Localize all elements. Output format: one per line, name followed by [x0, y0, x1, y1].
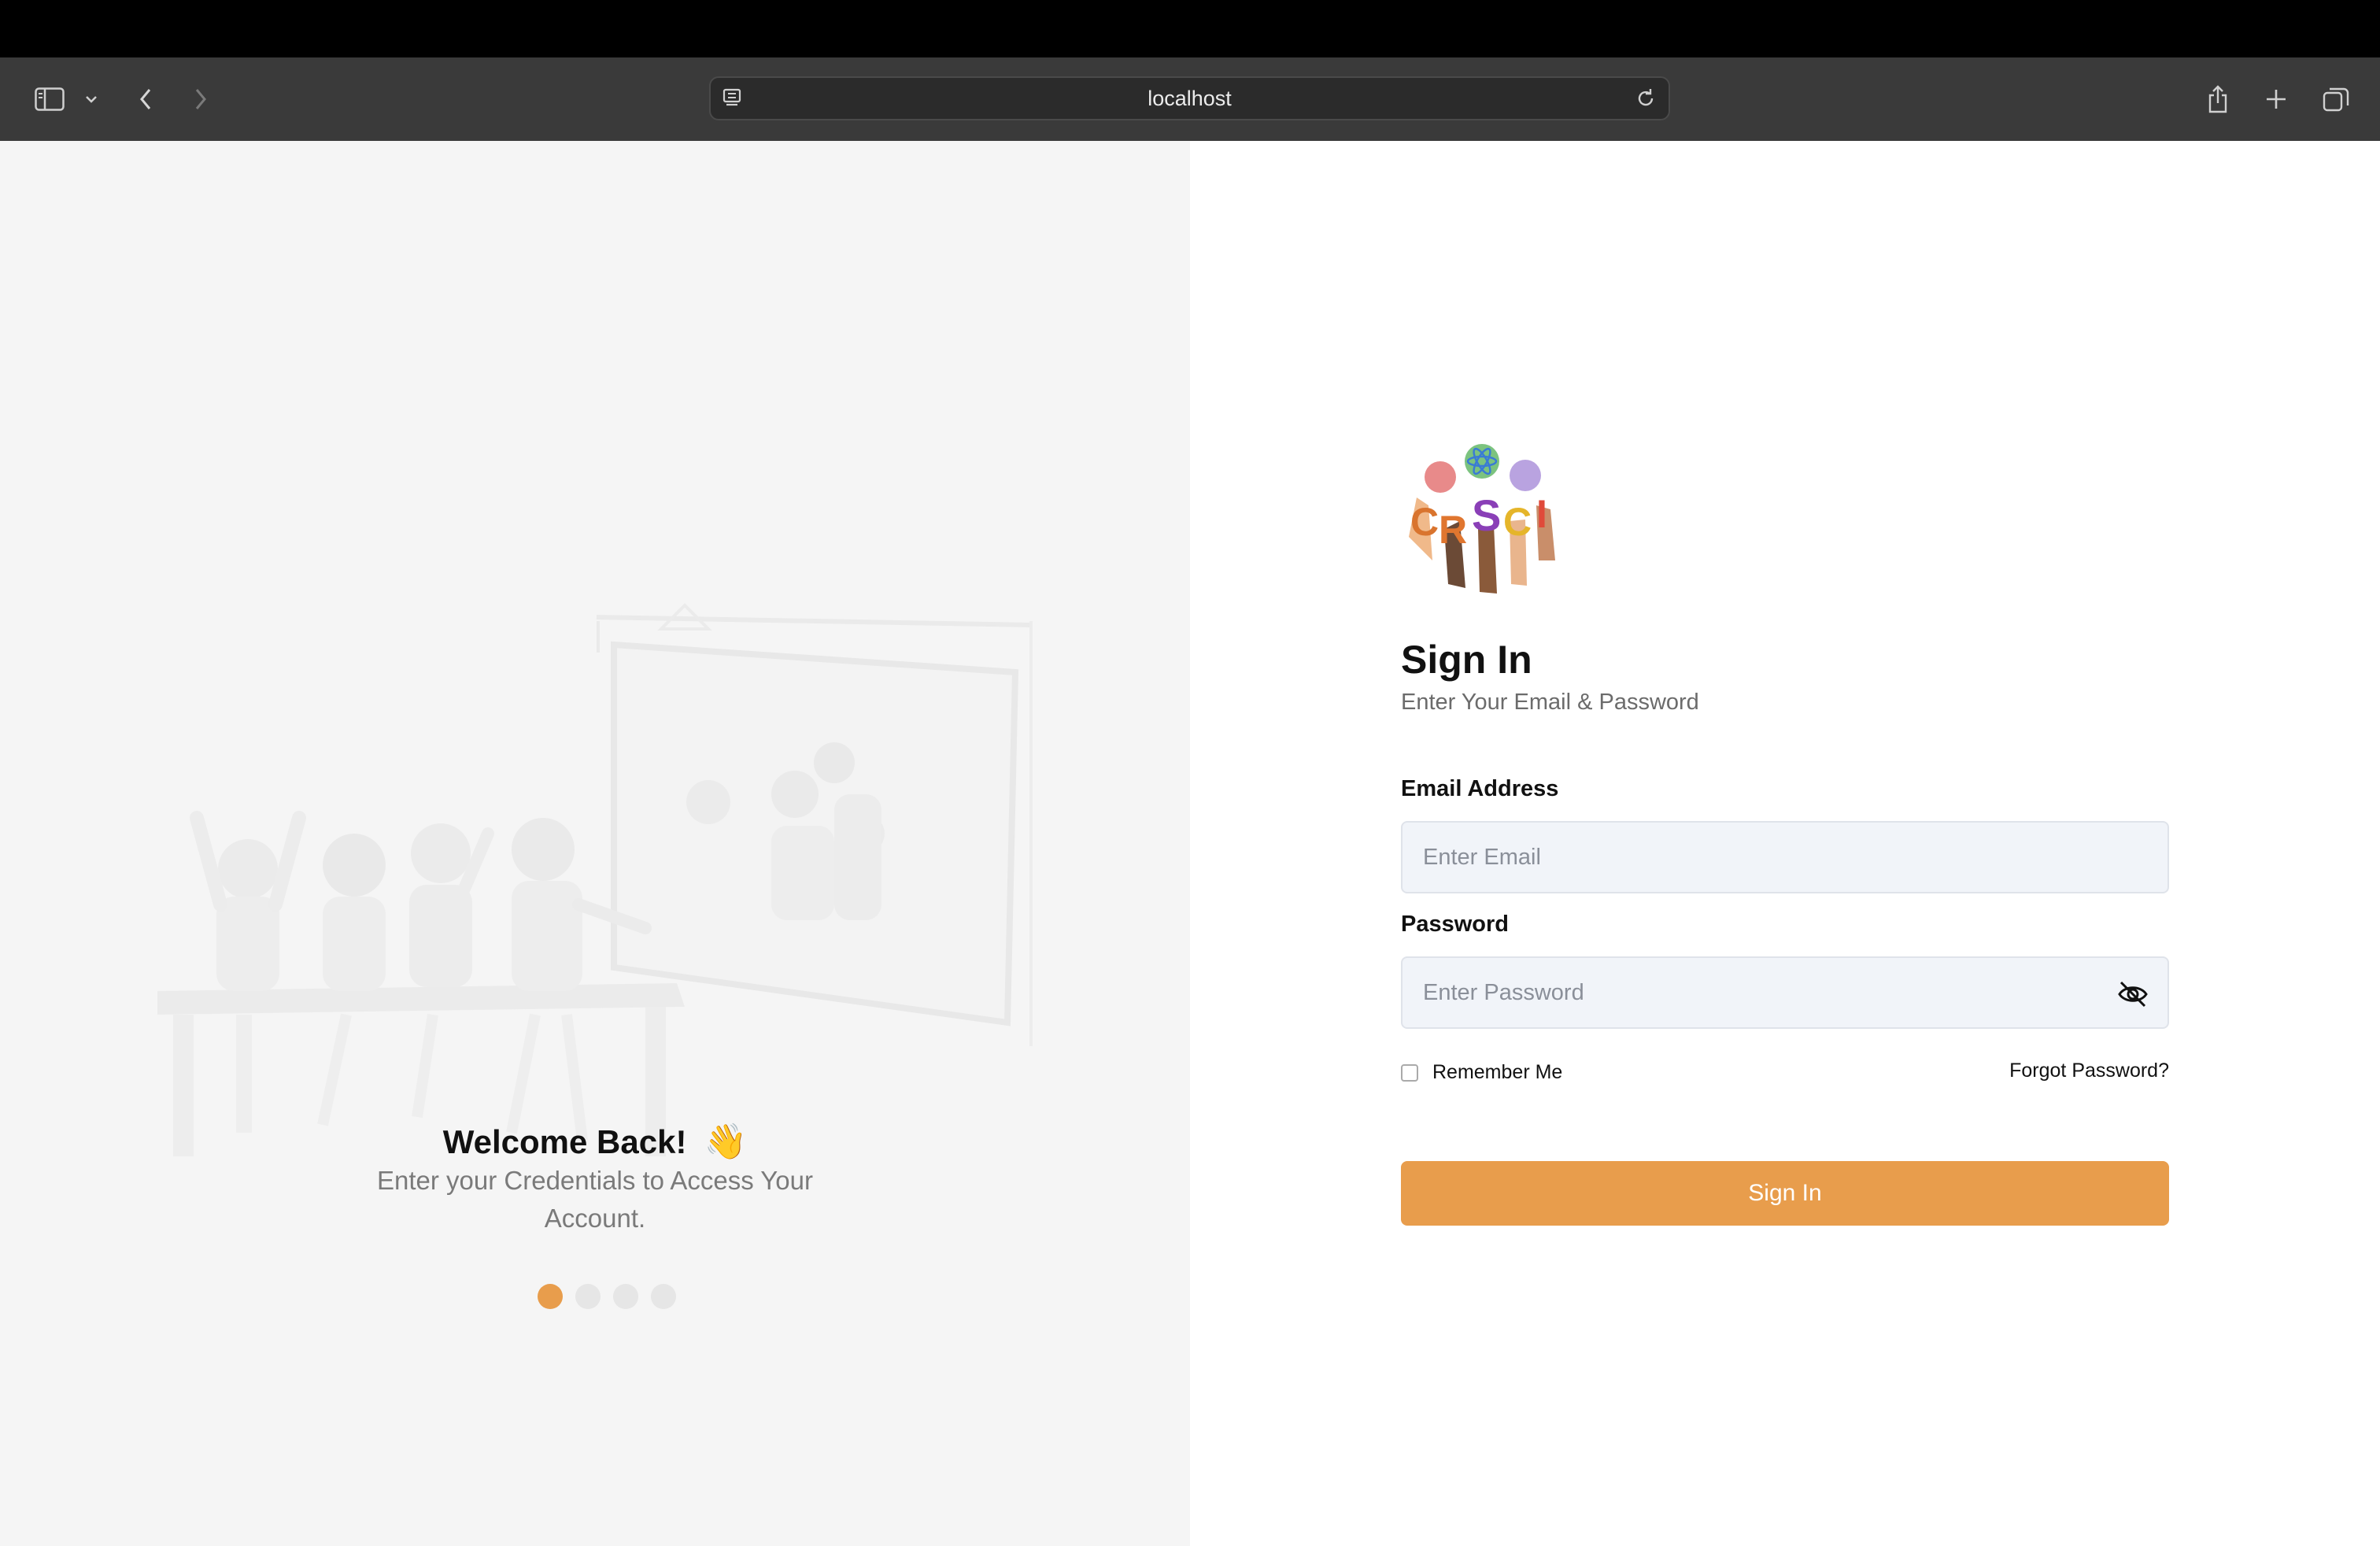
- carousel-dot[interactable]: [575, 1284, 601, 1309]
- svg-text:R: R: [1439, 508, 1467, 552]
- welcome-title: Welcome Back!: [442, 1123, 687, 1160]
- chevron-down-icon[interactable]: [82, 57, 101, 141]
- team-presentation-illustration: [157, 603, 1033, 1156]
- password-field-wrapper: [1401, 956, 2169, 1029]
- svg-text:I: I: [1536, 492, 1547, 536]
- signin-subtitle: Enter Your Email & Password: [1401, 690, 1699, 715]
- system-top-bar: [0, 0, 2380, 57]
- remember-me-label: Remember Me: [1432, 1061, 1563, 1083]
- address-bar[interactable]: localhost: [709, 76, 1670, 120]
- welcome-heading: Welcome Back! 👋: [0, 1121, 1190, 1162]
- remember-me-checkbox[interactable]: [1401, 1063, 1418, 1082]
- carousel-indicators: [0, 1284, 1190, 1309]
- carousel-dot[interactable]: [538, 1284, 563, 1309]
- signin-panel: C R S C I Sign In Enter Your Email & Pas…: [1190, 141, 2380, 1546]
- svg-text:C: C: [1410, 500, 1439, 544]
- svg-text:S: S: [1472, 490, 1501, 540]
- carousel-dot[interactable]: [651, 1284, 676, 1309]
- welcome-subtitle: Enter your Credentials to Access Your Ac…: [377, 1166, 813, 1233]
- email-label: Email Address: [1401, 776, 1559, 801]
- signin-button[interactable]: Sign In: [1401, 1161, 2169, 1226]
- address-url[interactable]: localhost: [711, 78, 1669, 119]
- waving-hand-icon: 👋: [704, 1123, 748, 1161]
- back-icon[interactable]: [134, 57, 157, 141]
- email-field[interactable]: [1402, 823, 2168, 892]
- svg-text:C: C: [1503, 500, 1532, 544]
- password-label: Password: [1401, 912, 1509, 937]
- share-icon[interactable]: [2204, 57, 2232, 141]
- signin-title: Sign In: [1401, 638, 1532, 682]
- email-field-wrapper: [1401, 821, 2169, 893]
- reload-icon[interactable]: [1634, 87, 1658, 114]
- forward-icon[interactable]: [189, 57, 213, 141]
- browser-toolbar: localhost: [0, 57, 2380, 141]
- tabs-overview-icon[interactable]: [2320, 57, 2352, 141]
- page-viewport: Welcome Back! 👋 Enter your Credentials to…: [0, 141, 2380, 1546]
- eye-off-icon[interactable]: [2116, 977, 2150, 1012]
- welcome-panel: Welcome Back! 👋 Enter your Credentials to…: [0, 141, 1190, 1546]
- sidebar-icon[interactable]: [30, 57, 69, 141]
- remember-me-option[interactable]: Remember Me: [1401, 1061, 1562, 1084]
- crsci-logo: C R S C I: [1409, 444, 1555, 594]
- new-tab-icon[interactable]: [2262, 57, 2290, 141]
- password-field[interactable]: [1402, 958, 2168, 1027]
- forgot-password-link[interactable]: Forgot Password?: [2009, 1060, 2169, 1082]
- carousel-dot[interactable]: [613, 1284, 638, 1309]
